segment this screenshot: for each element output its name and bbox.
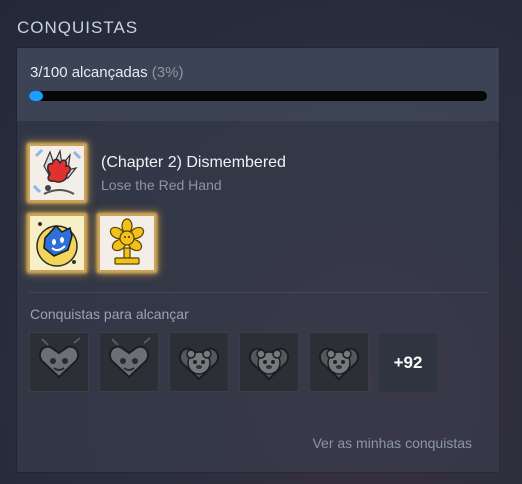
progress-bar [29, 91, 487, 101]
progress-count: 3/100 alcançadas [30, 64, 148, 81]
progress-percent: (3%) [151, 64, 184, 81]
locked-bear-icon [310, 333, 368, 391]
locked-label: Conquistas para alcançar [30, 306, 189, 322]
divider [29, 292, 487, 293]
locked-achievement-5[interactable] [309, 332, 369, 392]
progress-fill [29, 91, 43, 101]
locked-achievement-3[interactable] [169, 332, 229, 392]
locked-achievement-2[interactable] [99, 332, 159, 392]
locked-bear-icon [240, 333, 298, 391]
locked-achievement-1[interactable] [29, 332, 89, 392]
achievement-title: (Chapter 2) Dismembered [101, 154, 286, 171]
view-achievements-link[interactable]: Ver as minhas conquistas [312, 435, 472, 451]
section-title: CONQUISTAS [17, 18, 139, 37]
golden-flower-trophy-icon [100, 216, 154, 270]
progress-area: 3/100 alcançadas (3%) [17, 48, 499, 121]
locked-heart-face-icon [30, 333, 88, 391]
achievement-description: Lose the Red Hand [101, 177, 222, 193]
locked-heart-face-icon [100, 333, 158, 391]
achievement-icon-glove[interactable] [28, 214, 86, 272]
blue-glove-icon [30, 216, 84, 270]
locked-achievement-4[interactable] [239, 332, 299, 392]
achievement-icon-trophy[interactable] [98, 214, 156, 272]
progress-text: 3/100 alcançadas (3%) [30, 64, 183, 81]
locked-bear-icon [170, 333, 228, 391]
red-hand-icon [30, 146, 84, 200]
achievements-panel: 3/100 alcançadas (3%) (Chapter 2) Dismem… [17, 48, 499, 472]
featured-achievement-icon[interactable] [28, 144, 86, 202]
more-achievements-button[interactable]: +92 [379, 334, 437, 392]
